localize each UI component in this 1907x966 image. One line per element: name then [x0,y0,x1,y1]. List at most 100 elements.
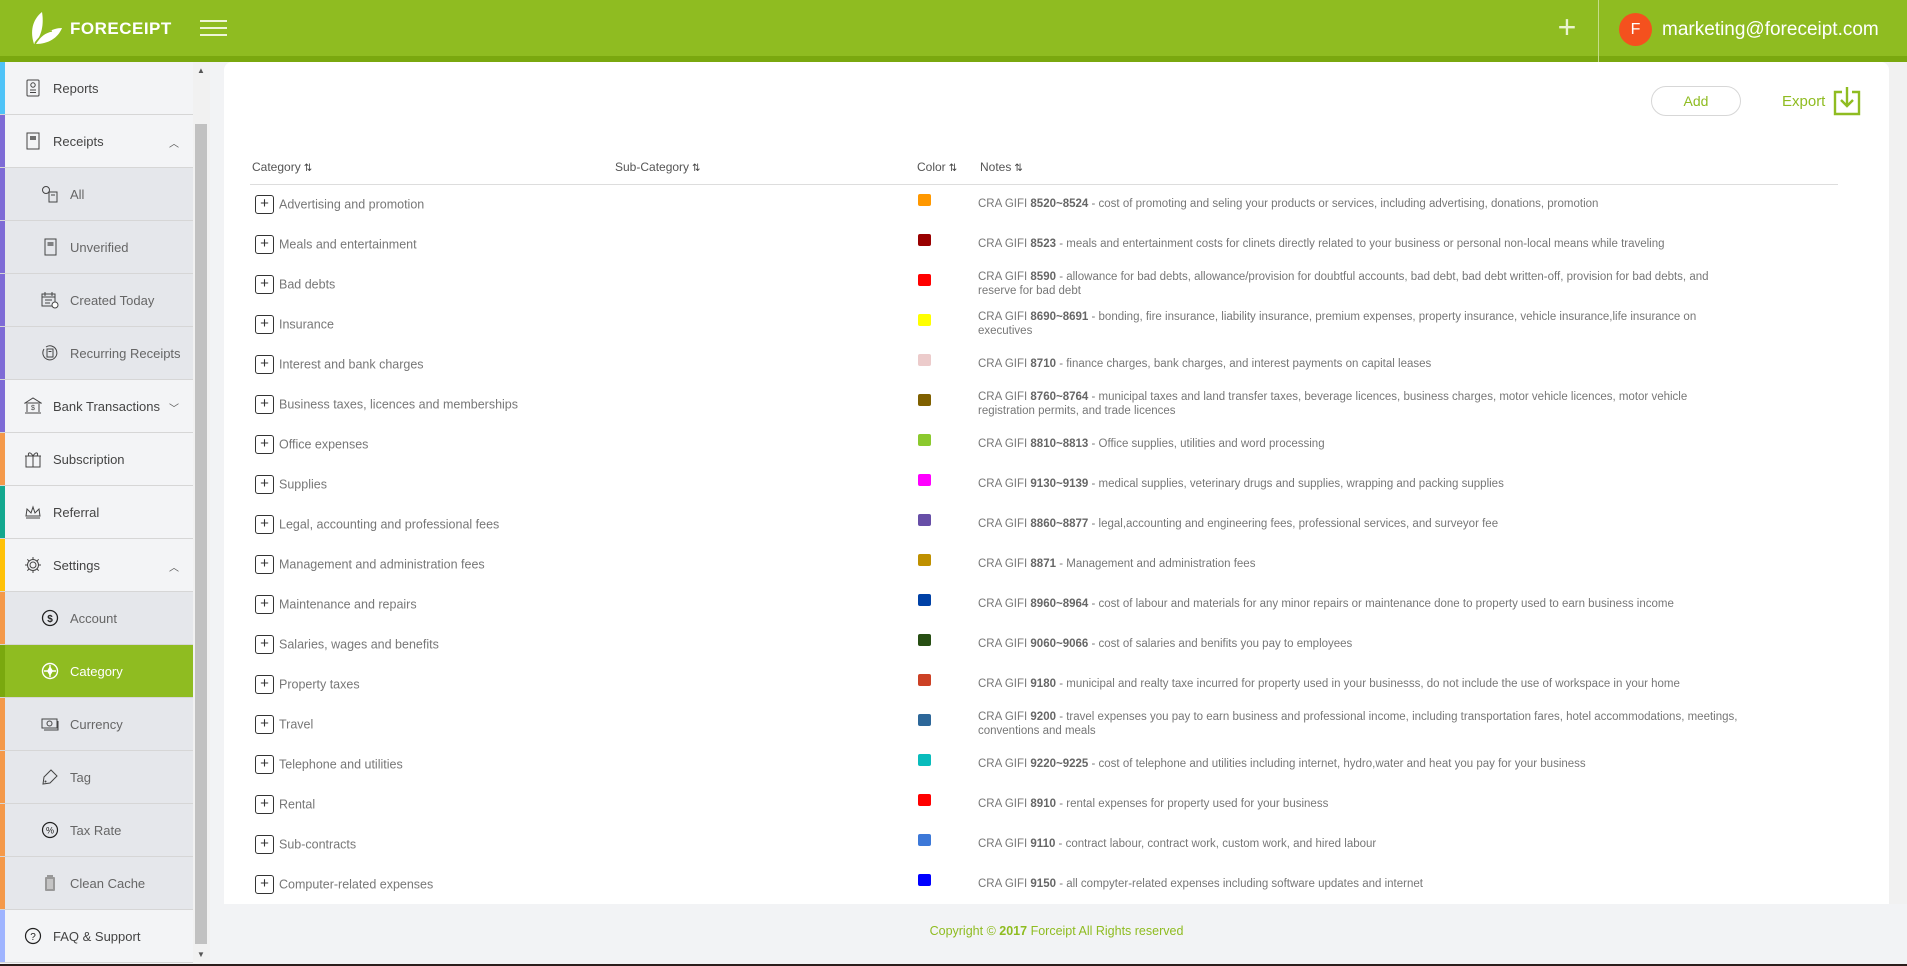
sidebar-item-referral[interactable]: Referral [0,486,193,539]
color-swatch[interactable] [918,433,931,446]
expand-row-icon[interactable]: + [255,314,274,334]
table-row[interactable]: + Legal, accounting and professional fees… [250,504,1838,544]
table-row[interactable]: + Supplies CRA GIFI 9130~9139 - medical su… [250,464,1838,504]
chevron-down-icon[interactable]: ﹀ [169,400,179,415]
sidebar-item-bank-transactions[interactable]: $ Bank Transactions ﹀ [0,380,193,433]
expand-row-icon[interactable]: + [255,594,274,614]
sidebar-item-settings[interactable]: Settings ︿ [0,539,193,592]
color-swatch[interactable] [918,393,931,406]
sidebar-item-tag[interactable]: Tag [0,751,193,804]
expand-row-icon[interactable]: + [255,874,274,894]
svg-text:$: $ [47,614,53,625]
export-button[interactable]: Export [1782,86,1861,116]
color-swatch[interactable] [918,673,931,686]
chevron-up-icon[interactable]: ︿ [169,559,179,574]
expand-row-icon[interactable]: + [255,554,274,574]
sidebar-scrollbar[interactable]: ▲ ▼ [193,62,210,966]
menu-toggle-icon[interactable] [200,20,227,36]
sidebar-item-category[interactable]: Category [0,645,193,698]
user-menu[interactable]: F marketing@foreceipt.com [1619,13,1879,46]
add-category-button[interactable]: Add [1651,86,1741,116]
expand-row-icon[interactable]: + [255,714,274,734]
sidebar-scroll-thumb[interactable] [195,124,207,944]
sidebar-item-account[interactable]: $ Account [0,592,193,645]
color-swatch[interactable] [918,593,931,606]
table-row[interactable]: + Telephone and utilities CRA GIFI 9220~92… [250,744,1838,784]
color-swatch[interactable] [918,473,931,486]
table-row[interactable]: + Bad debts CRA GIFI 8590 - allowance for … [250,264,1838,304]
sort-icon[interactable]: ⇅ [692,163,700,174]
color-swatch[interactable] [918,633,931,646]
table-row[interactable]: + Property taxes CRA GIFI 9180 - municipal… [250,664,1838,704]
sidebar-item-label: Recurring Receipts [70,345,181,361]
note-prefix: CRA GIFI [978,798,1028,810]
table-row[interactable]: + Insurance CRA GIFI 8690~8691 - bonding, … [250,304,1838,344]
sort-icon[interactable]: ⇅ [949,163,957,174]
expand-row-icon[interactable]: + [255,394,274,414]
column-header-notes[interactable]: Notes ⇅ [978,150,1838,185]
expand-row-icon[interactable]: + [255,354,274,374]
notes-cell: CRA GIFI 8523 - meals and entertainment … [978,238,1665,250]
expand-row-icon[interactable]: + [255,834,274,854]
chevron-up-icon[interactable]: ︿ [169,135,179,150]
expand-row-icon[interactable]: + [255,674,274,694]
table-row[interactable]: + Meals and entertainment CRA GIFI 8523 - … [250,224,1838,264]
table-row[interactable]: + Management and administration fees CRA G… [250,544,1838,584]
scroll-down-arrow-icon[interactable]: ▼ [197,950,205,959]
color-swatch[interactable] [918,753,931,766]
sidebar-item-reports[interactable]: Reports [0,62,193,115]
color-swatch[interactable] [918,273,931,286]
brand-logo[interactable]: FORECEIPT [28,6,172,52]
sidebar-item-faq-support[interactable]: ? FAQ & Support [0,910,193,963]
color-swatch[interactable] [918,833,931,846]
subcategory-cell [613,544,915,584]
expand-row-icon[interactable]: + [255,234,274,254]
table-row[interactable]: + Salaries, wages and benefits CRA GIFI 90… [250,624,1838,664]
page-scrollbar[interactable] [1889,62,1907,904]
scroll-up-arrow-icon[interactable]: ▲ [197,66,205,75]
sidebar-item-tax-rate[interactable]: % Tax Rate [0,804,193,857]
color-swatch[interactable] [918,313,931,326]
column-header-category[interactable]: Category ⇅ [250,150,613,185]
column-header-subcategory[interactable]: Sub-Category ⇅ [613,150,915,185]
table-row[interactable]: + Advertising and promotion CRA GIFI 8520~… [250,184,1838,224]
sidebar-item-clean-cache[interactable]: Clean Cache [0,857,193,910]
table-row[interactable]: + Sub-contracts CRA GIFI 9110 - contract l… [250,824,1838,864]
sidebar-item-subscription[interactable]: Subscription [0,433,193,486]
sort-icon[interactable]: ⇅ [1014,163,1022,174]
expand-row-icon[interactable]: + [255,434,274,454]
expand-row-icon[interactable]: + [255,794,274,814]
color-swatch[interactable] [918,513,931,526]
color-swatch[interactable] [918,353,931,366]
notes-cell: CRA GIFI 9150 - all compyter-related exp… [978,878,1423,890]
table-row[interactable]: + Business taxes, licences and membership… [250,384,1838,424]
table-row[interactable]: + Computer-related expenses CRA GIFI 9150 … [250,864,1838,904]
table-row[interactable]: + Maintenance and repairs CRA GIFI 8960~89… [250,584,1838,624]
color-swatch[interactable] [918,873,931,886]
sidebar-item-currency[interactable]: Currency [0,698,193,751]
sidebar-item-label: FAQ & Support [53,928,141,944]
table-row[interactable]: + Interest and bank charges CRA GIFI 8710 … [250,344,1838,384]
sidebar-item-receipts[interactable]: Receipts ︿ [0,115,193,168]
sort-icon[interactable]: ⇅ [304,163,312,174]
column-header-color[interactable]: Color ⇅ [915,150,978,185]
table-row[interactable]: + Rental CRA GIFI 8910 - rental expenses f… [250,784,1838,824]
expand-row-icon[interactable]: + [255,514,274,534]
color-swatch[interactable] [918,233,931,246]
color-swatch[interactable] [918,793,931,806]
sidebar-item-unverified[interactable]: Unverified [0,221,193,274]
color-swatch[interactable] [918,713,931,726]
color-swatch[interactable] [918,193,931,206]
quick-add-icon[interactable]: + [1552,11,1582,43]
expand-row-icon[interactable]: + [255,194,274,214]
expand-row-icon[interactable]: + [255,754,274,774]
table-row[interactable]: + Travel CRA GIFI 9200 - travel expenses y… [250,704,1838,744]
sidebar-item-recurring-receipts[interactable]: Recurring Receipts [0,327,193,380]
sidebar-item-all[interactable]: All [0,168,193,221]
expand-row-icon[interactable]: + [255,634,274,654]
expand-row-icon[interactable]: + [255,474,274,494]
expand-row-icon[interactable]: + [255,274,274,294]
sidebar-item-created-today[interactable]: Created Today [0,274,193,327]
table-row[interactable]: + Office expenses CRA GIFI 8810~8813 - Off… [250,424,1838,464]
color-swatch[interactable] [918,553,931,566]
